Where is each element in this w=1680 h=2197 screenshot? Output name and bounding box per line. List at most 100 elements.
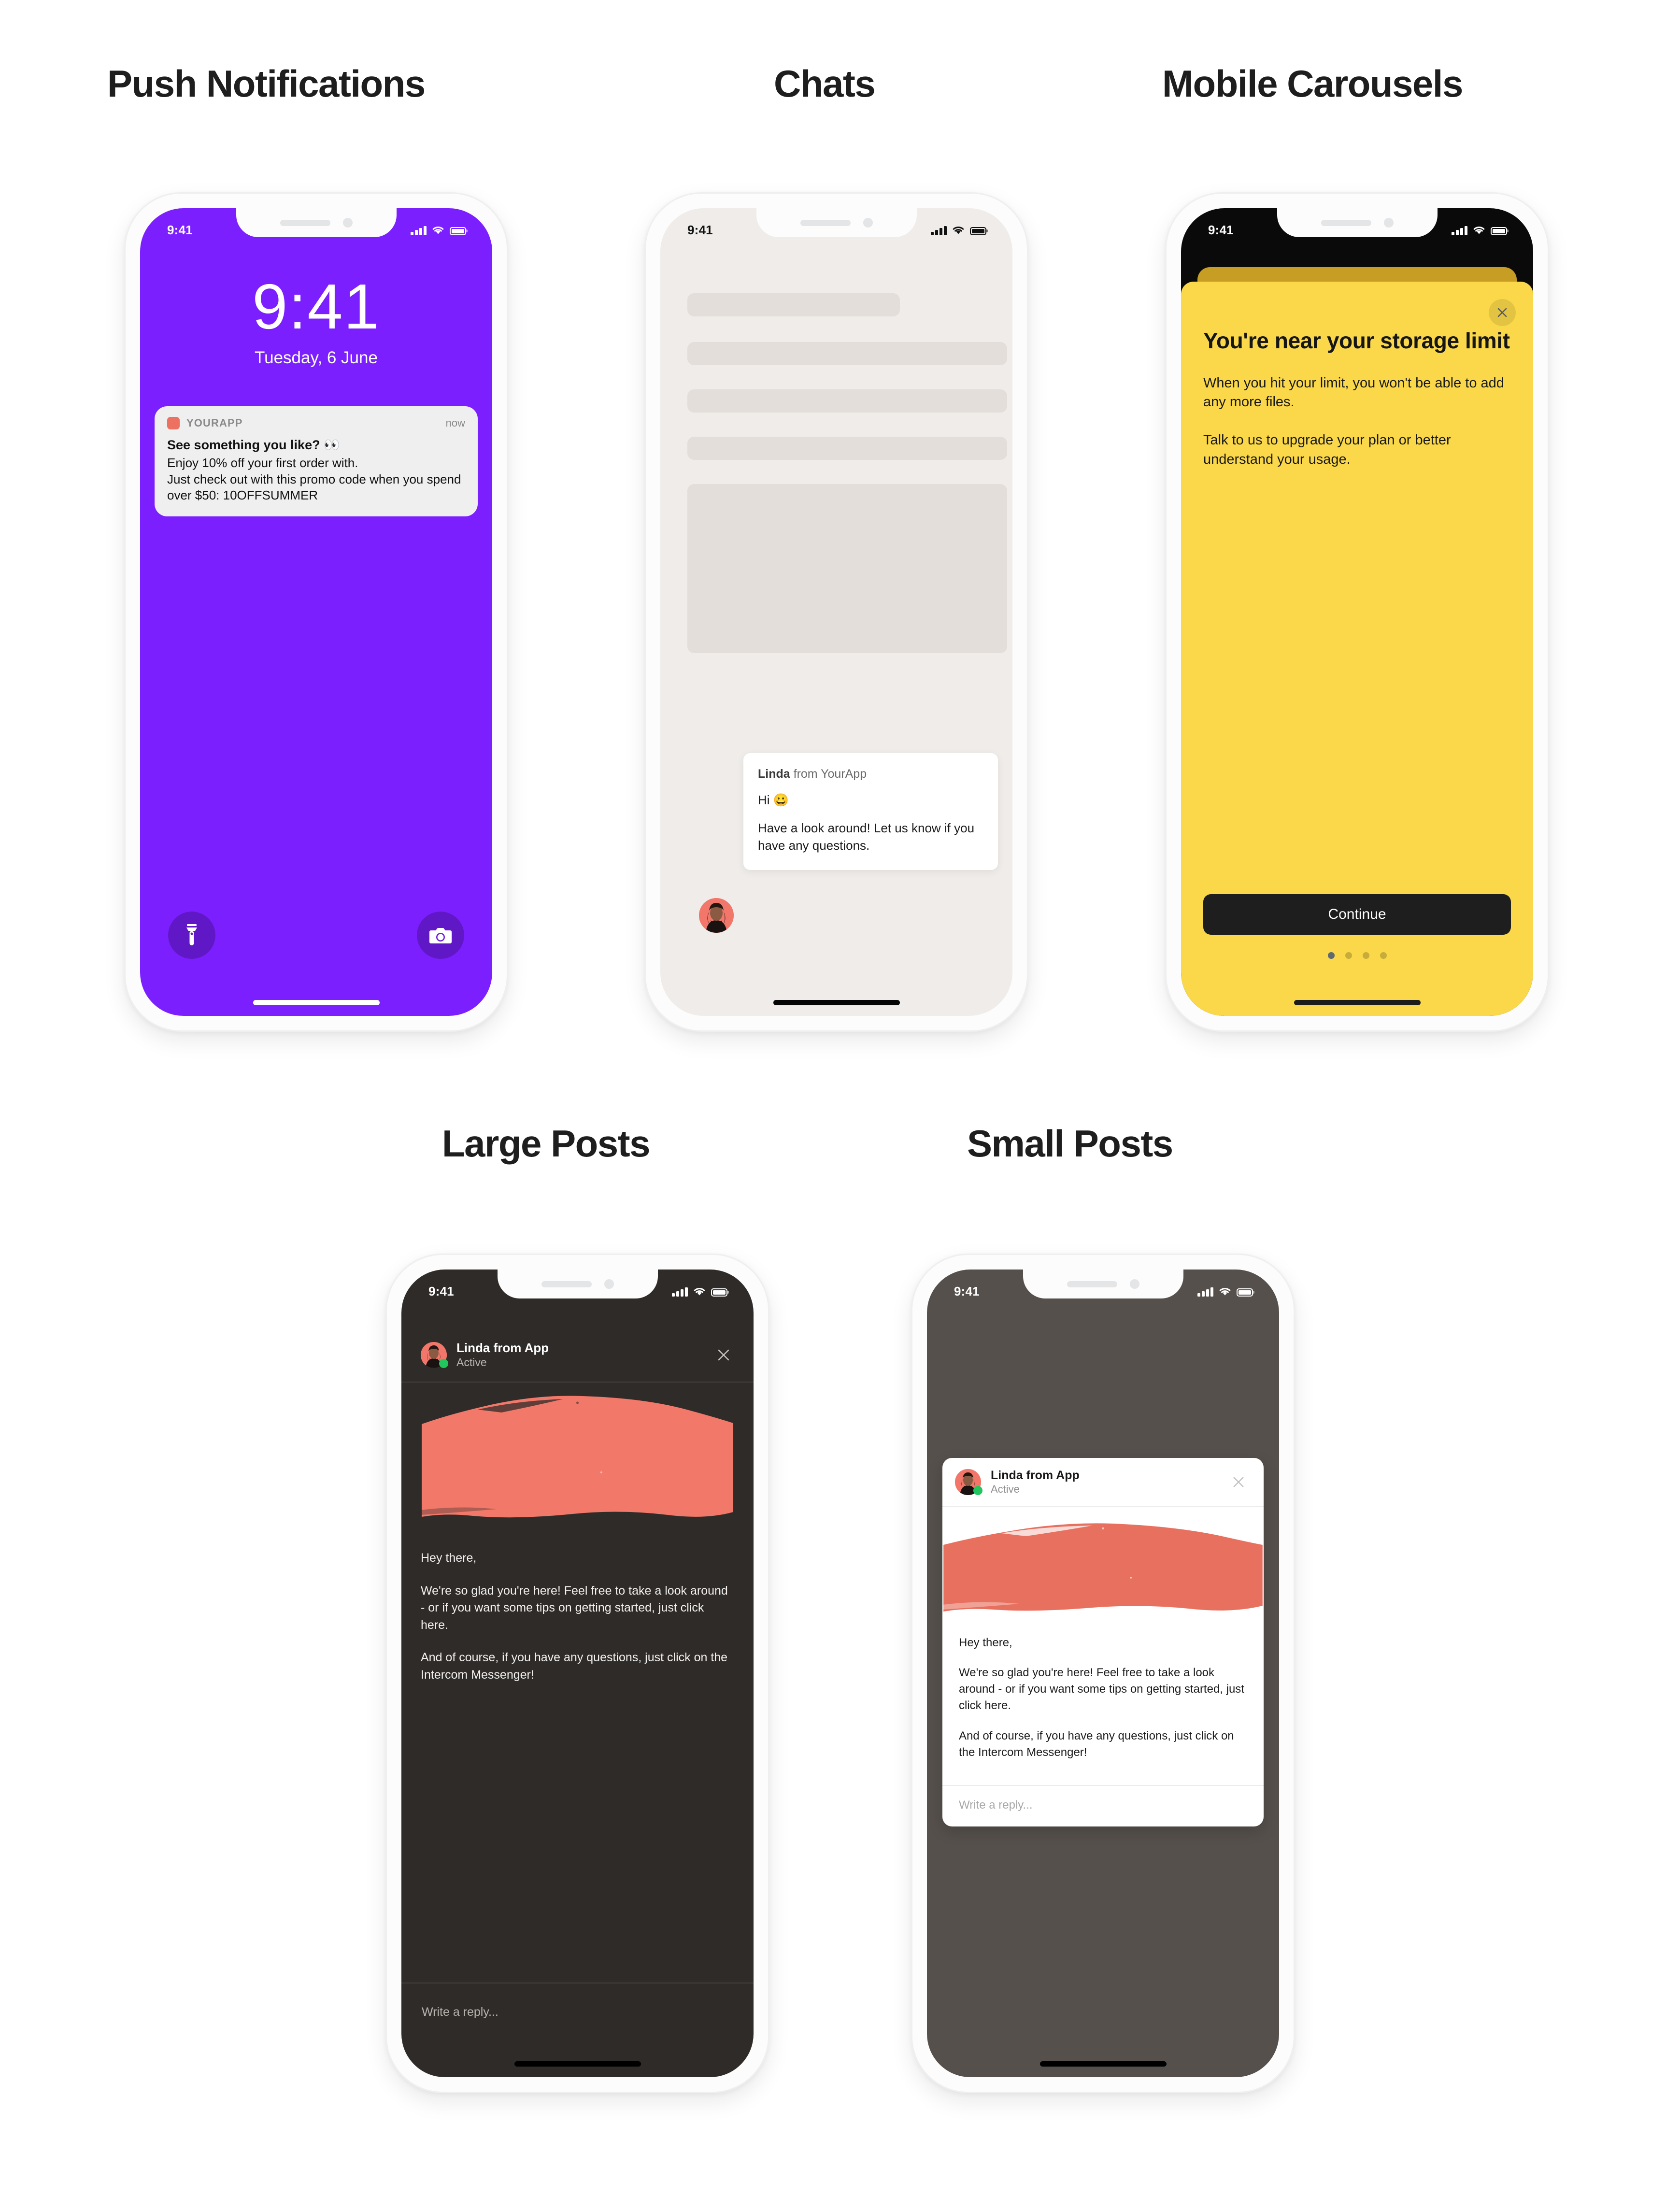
- phone-push-notifications: 9:41 9:41 Tuesday, 6 June YOURAPP now Se…: [124, 192, 508, 1032]
- battery-icon: [711, 1288, 727, 1297]
- linda-avatar: [699, 898, 734, 933]
- post-hero-image: [421, 1390, 734, 1531]
- section-title-carousels: Mobile Carousels: [1162, 62, 1463, 105]
- reply-placeholder: Write a reply...: [959, 1798, 1033, 1812]
- device-notch: [497, 1270, 658, 1298]
- cellular-bars-icon: [672, 1287, 688, 1297]
- avatar: [421, 1342, 448, 1368]
- close-icon: [1497, 308, 1507, 317]
- small-post-screen: 9:41 Linda from App Active Hey there, We…: [927, 1270, 1279, 2077]
- front-camera: [863, 218, 873, 228]
- large-post-screen: 9:41 Linda from App Active Hey there, We…: [401, 1270, 754, 2077]
- post-sender-name: Linda from App: [456, 1340, 549, 1355]
- reply-input[interactable]: Write a reply...: [401, 1983, 754, 2040]
- wifi-icon: [1219, 1287, 1231, 1295]
- section-title-small: Small Posts: [967, 1122, 1173, 1165]
- carousel-dot[interactable]: [1327, 952, 1335, 959]
- section-title-push: Push Notifications: [107, 62, 426, 105]
- device-notch: [1277, 208, 1438, 237]
- carousel-paragraph-2: Talk to us to upgrade your plan or bette…: [1203, 432, 1451, 467]
- carousel-card-front: You're near your storage limit When you …: [1181, 282, 1533, 1016]
- content-placeholder-bar: [687, 342, 1007, 365]
- close-icon: [1233, 1477, 1244, 1487]
- online-dot-icon: [973, 1486, 982, 1496]
- chats-screen: 9:41 Linda from YourApp Hi 😀 Have a look…: [660, 208, 1012, 1016]
- carousel-title: You're near your storage limit: [1203, 328, 1510, 353]
- avatar: [955, 1469, 982, 1496]
- push-title: See something you like? 👀: [167, 438, 340, 452]
- wifi-icon: [694, 1287, 705, 1295]
- carousel-dot[interactable]: [1380, 952, 1387, 959]
- chat-sender-line: Linda from YourApp: [758, 767, 983, 781]
- flashlight-icon: [186, 924, 197, 945]
- device-notch: [1023, 1270, 1183, 1298]
- carousel-screen: 9:41 You're near your storage limit When…: [1181, 208, 1533, 1016]
- wifi-icon: [1473, 226, 1485, 234]
- reply-input[interactable]: Write a reply...: [942, 1784, 1264, 1826]
- chat-sender-name: Linda: [758, 767, 790, 781]
- phone-mobile-carousel: 9:41 You're near your storage limit When…: [1165, 192, 1549, 1032]
- section-title-large: Large Posts: [442, 1122, 650, 1165]
- online-dot-icon: [439, 1359, 448, 1368]
- content-placeholder-block: [687, 484, 1007, 653]
- status-time: 9:41: [167, 223, 193, 237]
- home-indicator: [1039, 2061, 1167, 2067]
- lock-screen-time: 9:41: [252, 271, 380, 342]
- close-button[interactable]: [1228, 1471, 1249, 1493]
- brush-stroke-image: [421, 1396, 734, 1518]
- brush-stroke-image: [942, 1523, 1263, 1612]
- close-icon: [718, 1349, 729, 1361]
- chat-sender-suffix: from YourApp: [790, 767, 867, 781]
- post-sender-name: Linda from App: [991, 1469, 1080, 1482]
- page-canvas: Push Notifications Chats Mobile Carousel…: [0, 0, 1680, 2197]
- earpiece-speaker: [1067, 1281, 1117, 1287]
- post-body: Hey there, We're so glad you're here! Fe…: [942, 1620, 1264, 1784]
- push-timestamp: now: [445, 417, 465, 429]
- home-indicator: [253, 1000, 380, 1005]
- continue-button[interactable]: Continue: [1203, 894, 1511, 935]
- push-lock-screen: 9:41 9:41 Tuesday, 6 June YOURAPP now Se…: [140, 208, 492, 1016]
- content-placeholder-bar: [687, 293, 900, 316]
- carousel-dot[interactable]: [1345, 952, 1352, 959]
- battery-icon: [450, 227, 466, 235]
- reply-placeholder: Write a reply...: [422, 2005, 498, 2019]
- post-paragraph: We're so glad you're here! Feel free to …: [959, 1666, 1244, 1712]
- post-paragraph: And of course, if you have any questions…: [959, 1729, 1234, 1759]
- push-body: Enjoy 10% off your first order with. Jus…: [167, 455, 461, 503]
- close-button[interactable]: [713, 1344, 734, 1366]
- content-placeholder-bar: [687, 437, 1007, 460]
- carousel-dot[interactable]: [1362, 952, 1369, 959]
- post-paragraph: Hey there,: [421, 1551, 477, 1565]
- battery-icon: [1237, 1288, 1253, 1297]
- wifi-icon: [953, 226, 964, 234]
- carousel-pagination-dots[interactable]: [1181, 952, 1533, 959]
- close-button[interactable]: [1489, 299, 1516, 326]
- chat-message-2: Have a look around! Let us know if you h…: [758, 820, 975, 853]
- post-sender-status: Active: [991, 1483, 1020, 1495]
- post-body: Hey there, We're so glad you're here! Fe…: [421, 1550, 734, 1699]
- push-notification-card[interactable]: YOURAPP now See something you like? 👀 En…: [155, 406, 478, 517]
- home-indicator: [773, 1000, 900, 1005]
- status-time: 9:41: [1208, 223, 1234, 237]
- post-header: Linda from App Active: [401, 1328, 754, 1383]
- home-indicator: [1294, 1000, 1421, 1005]
- flashlight-button[interactable]: [168, 912, 215, 959]
- lock-screen-date: Tuesday, 6 June: [255, 348, 378, 367]
- phone-chats: 9:41 Linda from YourApp Hi 😀 Have a look…: [644, 192, 1028, 1032]
- wifi-icon: [432, 226, 444, 234]
- post-header: Linda from App Active: [942, 1458, 1264, 1508]
- phone-small-posts: 9:41 Linda from App Active Hey there, We…: [911, 1254, 1295, 2093]
- phone-large-posts: 9:41 Linda from App Active Hey there, We…: [385, 1254, 769, 2093]
- chat-message-bubble[interactable]: Linda from YourApp Hi 😀 Have a look arou…: [743, 753, 998, 870]
- chat-message-1: Hi 😀: [758, 793, 789, 807]
- front-camera: [1129, 1279, 1139, 1289]
- small-post-card: Linda from App Active Hey there, We're s…: [942, 1458, 1264, 1826]
- avatar-photo: [699, 898, 734, 933]
- post-paragraph: And of course, if you have any questions…: [421, 1651, 728, 1682]
- front-camera: [342, 218, 353, 228]
- battery-icon: [1491, 227, 1507, 235]
- post-sender-status: Active: [456, 1355, 487, 1369]
- front-camera: [604, 1279, 614, 1289]
- camera-button[interactable]: [417, 912, 464, 959]
- content-placeholder-bar: [687, 389, 1007, 413]
